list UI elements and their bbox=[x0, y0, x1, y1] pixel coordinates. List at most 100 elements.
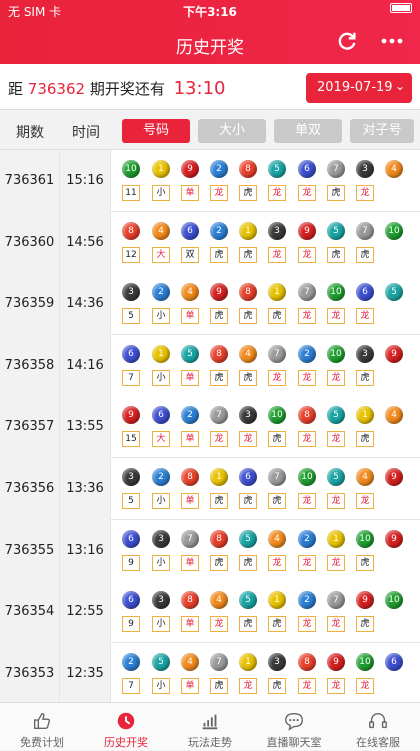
number-ball: 3 bbox=[152, 529, 170, 548]
tab-2[interactable]: 单双 bbox=[274, 119, 342, 143]
attribute-tag: 大 bbox=[152, 431, 170, 448]
table-row: 736359 14:36 3 2 4 9 8 1 7 10 6 5 5 小单虎虎虎龙龙龙 bbox=[0, 273, 420, 336]
refresh-icon[interactable] bbox=[336, 30, 358, 52]
attribute-tag: 单 bbox=[181, 493, 199, 509]
number-ball: 3 bbox=[239, 406, 257, 425]
attribute-tag: 龙 bbox=[327, 554, 345, 571]
countdown-prefix: 距 bbox=[8, 80, 28, 98]
number-ball: 10 bbox=[268, 406, 286, 425]
attribute-tag: 龙 bbox=[298, 431, 316, 448]
attribute-tag: 虎 bbox=[356, 369, 374, 386]
attribute-tag: 单 bbox=[181, 554, 199, 571]
attribute-tag: 虎 bbox=[327, 246, 345, 263]
attribute-tag: 虎 bbox=[356, 431, 374, 448]
number-ball: 5 bbox=[268, 160, 286, 178]
nav-item-4[interactable]: 在线客服 bbox=[336, 703, 420, 751]
attribute-tag: 小 bbox=[152, 369, 170, 386]
attribute-tag: 龙 bbox=[327, 369, 345, 386]
bottom-tab-bar: 免费计划 历史开奖 玩法走势 直播聊天室 在线客服 bbox=[0, 702, 420, 750]
clock-label: 下午3:16 bbox=[183, 5, 237, 19]
issue-number: 736357 bbox=[0, 396, 60, 459]
number-ball: 6 bbox=[122, 344, 140, 363]
attribute-tag: 龙 bbox=[298, 554, 316, 571]
number-ball: 5 bbox=[239, 529, 257, 548]
attribute-tag: 虎 bbox=[327, 185, 345, 201]
attribute-tag: 单 bbox=[181, 677, 199, 694]
sum-value: 9 bbox=[122, 616, 140, 633]
countdown-mid: 期开奖还有 bbox=[85, 80, 165, 98]
more-icon[interactable] bbox=[380, 30, 404, 52]
attribute-tag: 虎 bbox=[210, 554, 228, 571]
attribute-tag: 龙 bbox=[327, 308, 345, 325]
table-row: 736356 13:36 3 2 8 1 6 7 10 5 4 9 5 小单虎虎虎龙龙龙 bbox=[0, 458, 420, 520]
number-ball: 7 bbox=[210, 652, 228, 671]
number-ball: 8 bbox=[210, 529, 228, 548]
number-ball: 6 bbox=[356, 283, 374, 302]
next-issue-number: 736362 bbox=[27, 80, 86, 98]
number-ball: 6 bbox=[122, 591, 140, 610]
number-ball: 7 bbox=[298, 283, 316, 302]
number-ball: 10 bbox=[327, 283, 345, 302]
number-ball: 9 bbox=[122, 406, 140, 425]
tab-0[interactable]: 号码 bbox=[122, 119, 190, 143]
number-ball: 6 bbox=[298, 160, 316, 178]
attribute-tag: 单 bbox=[181, 185, 199, 201]
number-ball: 7 bbox=[268, 468, 286, 486]
number-ball: 4 bbox=[268, 529, 286, 548]
tab-3[interactable]: 对子号 bbox=[350, 119, 414, 143]
number-ball: 5 bbox=[327, 221, 345, 240]
number-ball: 3 bbox=[122, 468, 140, 486]
attribute-tag: 虎 bbox=[210, 369, 228, 386]
number-ball: 10 bbox=[327, 344, 345, 363]
number-ball: 2 bbox=[298, 529, 316, 548]
attribute-tag: 虎 bbox=[239, 554, 257, 571]
table-header: 期数 时间 号码 大小 单双 对子号 bbox=[0, 110, 420, 150]
headset-icon bbox=[369, 712, 387, 729]
countdown-text: 距 736362 期开奖还有 13:10 bbox=[8, 78, 225, 99]
next-draw-bar: 距 736362 期开奖还有 13:10 2019-07-19 ⌄ bbox=[0, 64, 420, 110]
attribute-tag: 单 bbox=[181, 431, 199, 448]
sum-value: 11 bbox=[122, 185, 140, 201]
table-row: 736360 14:56 8 4 6 2 1 3 9 5 7 10 12 大双虎虎龙龙虎虎 bbox=[0, 211, 420, 274]
table-row: 736354 12:55 6 3 8 4 5 1 2 7 9 10 9 小单龙虎虎龙龙虎 bbox=[0, 581, 420, 644]
nav-item-1[interactable]: 历史开奖 bbox=[84, 703, 168, 751]
nav-label: 历史开奖 bbox=[104, 736, 148, 749]
nav-item-2[interactable]: 玩法走势 bbox=[168, 703, 252, 751]
nav-item-3[interactable]: 直播聊天室 bbox=[252, 703, 336, 751]
attribute-tag: 龙 bbox=[327, 493, 345, 509]
attribute-tag: 龙 bbox=[210, 616, 228, 633]
number-ball: 6 bbox=[152, 406, 170, 425]
number-ball: 1 bbox=[268, 591, 286, 610]
attribute-tag: 龙 bbox=[268, 246, 286, 263]
number-ball: 10 bbox=[385, 591, 403, 610]
tab-1[interactable]: 大小 bbox=[198, 119, 266, 143]
battery-icon bbox=[390, 3, 412, 13]
attribute-tag: 小 bbox=[152, 677, 170, 694]
attribute-tag: 虎 bbox=[356, 554, 374, 571]
issue-number: 736353 bbox=[0, 642, 60, 705]
attribute-tag: 龙 bbox=[268, 185, 286, 201]
attribute-tag: 虎 bbox=[239, 369, 257, 386]
attribute-tag: 单 bbox=[181, 369, 199, 386]
number-ball: 7 bbox=[327, 591, 345, 610]
date-picker[interactable]: 2019-07-19 ⌄ bbox=[306, 73, 412, 103]
number-ball: 3 bbox=[356, 160, 374, 178]
number-ball: 10 bbox=[356, 529, 374, 548]
sum-value: 7 bbox=[122, 369, 140, 386]
attribute-tag: 虎 bbox=[268, 431, 286, 448]
draw-time: 14:16 bbox=[60, 334, 111, 397]
attribute-tag: 虎 bbox=[239, 493, 257, 509]
issue-number: 736360 bbox=[0, 211, 60, 274]
number-ball: 2 bbox=[181, 406, 199, 425]
table-row: 736357 13:55 9 6 2 7 3 10 8 5 1 4 15 大单龙龙虎龙龙虎 bbox=[0, 396, 420, 459]
attribute-tag: 小 bbox=[152, 185, 170, 201]
number-ball: 7 bbox=[356, 221, 374, 240]
number-ball: 4 bbox=[385, 160, 403, 178]
table-row: 736358 14:16 6 1 5 8 4 7 2 10 3 9 7 小单虎虎龙龙龙虎 bbox=[0, 334, 420, 397]
nav-item-0[interactable]: 免费计划 bbox=[0, 703, 84, 751]
number-ball: 5 bbox=[152, 652, 170, 671]
attribute-tag: 龙 bbox=[356, 677, 374, 694]
chevron-down-icon: ⌄ bbox=[394, 79, 405, 93]
issue-number: 736361 bbox=[0, 150, 60, 212]
number-ball: 3 bbox=[152, 591, 170, 610]
